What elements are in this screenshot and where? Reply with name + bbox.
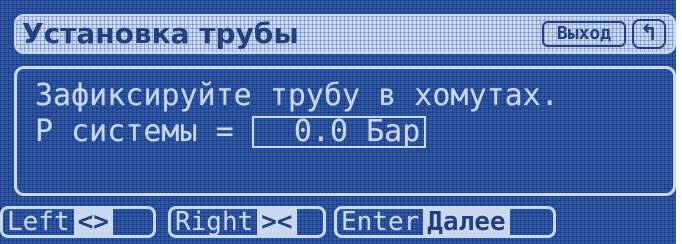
right-key-tag: >< [257,209,297,235]
right-button[interactable]: Right >< [168,206,326,238]
pressure-label: P системы = [35,114,252,149]
page-title: Установка трубы [22,17,299,50]
pressure-line: P системы = __0.0 Бар [35,114,427,149]
return-arrow-icon[interactable]: ↰ [632,19,666,49]
instruction-text: Зафиксируйте трубу в хомутах. [35,78,559,113]
exit-button[interactable]: Выход [542,21,626,47]
left-button[interactable]: Left <> [0,206,156,238]
pressure-value-field[interactable]: __0.0 Бар [251,116,427,148]
enter-button[interactable]: Enter Далее [334,206,556,238]
left-key-label: Left [7,207,70,237]
title-bar: Установка трубы Выход ↰ [14,14,676,54]
message-panel: Зафиксируйте трубу в хомутах. P системы … [14,66,676,196]
lcd-screen: Установка трубы Выход ↰ Зафиксируйте тру… [0,0,676,244]
left-key-tag: <> [73,209,113,235]
right-key-label: Right [175,207,254,237]
enter-key-label: Enter [341,207,420,237]
next-tag: Далее [423,209,510,235]
